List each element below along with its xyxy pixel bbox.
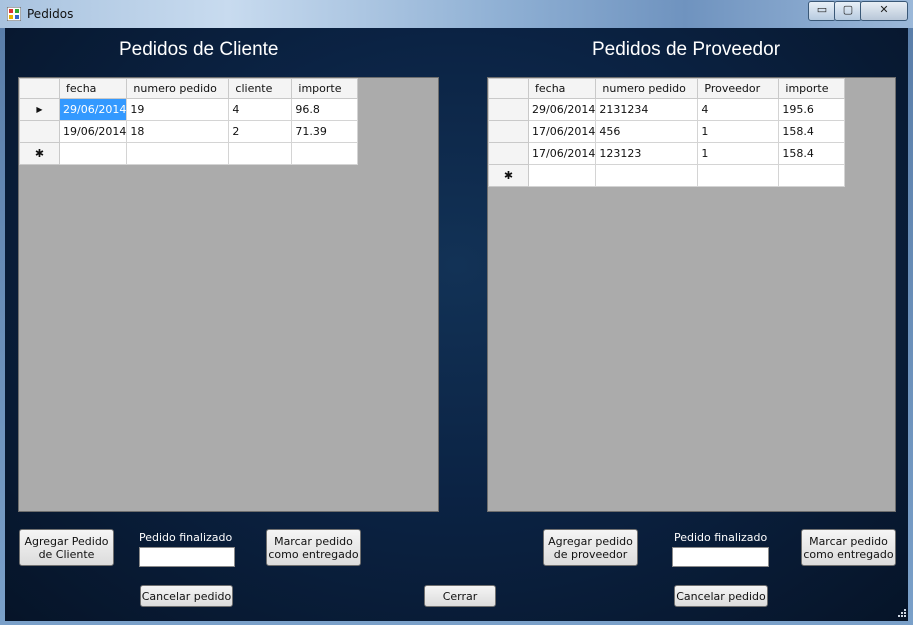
pedido-finalizado-proveedor-field[interactable] xyxy=(672,547,769,567)
new-cell[interactable] xyxy=(527,164,597,187)
agregar-pedido-cliente-button[interactable]: Agregar Pedido de Cliente xyxy=(19,529,114,566)
cell-fecha[interactable]: 29/06/2014 xyxy=(58,98,128,121)
cell-numero-pedido[interactable]: 456 xyxy=(595,120,699,143)
new-cell[interactable] xyxy=(778,164,846,187)
clientes-table: fecha numero pedido cliente importe ▶ 29… xyxy=(19,78,359,165)
table-row[interactable]: 17/06/2014 456 1 158.4 xyxy=(488,120,846,143)
row-header-corner xyxy=(488,78,529,99)
cell-importe[interactable]: 71.39 xyxy=(291,120,359,143)
column-header[interactable]: numero pedido xyxy=(126,78,230,99)
resize-grip-icon[interactable] xyxy=(896,609,906,619)
cell-numero-pedido[interactable]: 123123 xyxy=(595,142,699,165)
marcar-entregado-cliente-button[interactable]: Marcar pedido como entregado xyxy=(266,529,361,566)
cancelar-pedido-proveedor-button[interactable]: Cancelar pedido xyxy=(674,585,768,607)
proveedores-heading: Pedidos de Proveedor xyxy=(592,39,781,60)
table-row[interactable]: 29/06/2014 2131234 4 195.6 xyxy=(488,98,846,121)
cell-importe[interactable]: 158.4 xyxy=(778,142,846,165)
cell-cliente[interactable]: 2 xyxy=(228,120,293,143)
app-icon xyxy=(7,7,21,21)
cell-importe[interactable]: 96.8 xyxy=(291,98,359,121)
column-header[interactable]: fecha xyxy=(527,78,597,99)
cell-numero-pedido[interactable]: 2131234 xyxy=(595,98,699,121)
proveedores-header-row: fecha numero pedido Proveedor importe xyxy=(488,78,846,99)
cell-proveedor[interactable]: 1 xyxy=(697,120,780,143)
new-cell[interactable] xyxy=(697,164,780,187)
column-header[interactable]: fecha xyxy=(58,78,128,99)
clientes-heading: Pedidos de Cliente xyxy=(119,39,279,60)
column-header[interactable]: importe xyxy=(778,78,846,99)
cell-numero-pedido[interactable]: 18 xyxy=(126,120,230,143)
pedido-finalizado-cliente-field[interactable] xyxy=(139,547,235,567)
cell-fecha[interactable]: 17/06/2014 xyxy=(527,142,597,165)
cell-fecha[interactable]: 19/06/2014 xyxy=(58,120,128,143)
cell-proveedor[interactable]: 4 xyxy=(697,98,780,121)
new-row-icon: ✱ xyxy=(488,164,529,187)
marcar-entregado-proveedor-button[interactable]: Marcar pedido como entregado xyxy=(801,529,896,566)
cell-importe[interactable]: 158.4 xyxy=(778,120,846,143)
maximize-button[interactable]: ▢ xyxy=(834,1,862,21)
new-row[interactable]: ✱ xyxy=(19,142,359,165)
proveedores-table: fecha numero pedido Proveedor importe 29… xyxy=(488,78,846,187)
column-header[interactable]: numero pedido xyxy=(595,78,699,99)
clientes-header-row: fecha numero pedido cliente importe xyxy=(19,78,359,99)
row-header[interactable] xyxy=(488,120,529,143)
table-row[interactable]: 17/06/2014 123123 1 158.4 xyxy=(488,142,846,165)
new-row[interactable]: ✱ xyxy=(488,164,846,187)
column-header[interactable]: cliente xyxy=(228,78,293,99)
maximize-icon: ▢ xyxy=(842,3,854,16)
row-header[interactable] xyxy=(19,120,60,143)
window-title: Pedidos xyxy=(27,7,74,21)
cell-numero-pedido[interactable]: 19 xyxy=(126,98,230,121)
pedidos-window: Pedidos ▭ ▢ ✕ Pedidos de Cliente fecha n… xyxy=(0,0,913,625)
current-row-indicator-icon: ▶ xyxy=(19,98,60,121)
cancelar-pedido-cliente-button[interactable]: Cancelar pedido xyxy=(140,585,233,607)
minimize-button[interactable]: ▭ xyxy=(808,1,836,21)
cerrar-button[interactable]: Cerrar xyxy=(424,585,496,607)
form-client-area: Pedidos de Cliente fecha numero pedido c… xyxy=(5,28,908,621)
cell-proveedor[interactable]: 1 xyxy=(697,142,780,165)
row-header-corner xyxy=(19,78,60,99)
column-header[interactable]: Proveedor xyxy=(697,78,780,99)
new-cell[interactable] xyxy=(126,142,230,165)
table-row[interactable]: 19/06/2014 18 2 71.39 xyxy=(19,120,359,143)
row-header[interactable] xyxy=(488,98,529,121)
cell-fecha[interactable]: 29/06/2014 xyxy=(527,98,597,121)
cell-cliente[interactable]: 4 xyxy=(228,98,293,121)
new-cell[interactable] xyxy=(595,164,699,187)
pedido-finalizado-proveedor-label: Pedido finalizado xyxy=(674,531,768,544)
row-header[interactable] xyxy=(488,142,529,165)
agregar-pedido-proveedor-button[interactable]: Agregar pedido de proveedor xyxy=(543,529,638,566)
proveedores-grid[interactable]: fecha numero pedido Proveedor importe 29… xyxy=(487,77,896,512)
new-cell[interactable] xyxy=(228,142,293,165)
new-cell[interactable] xyxy=(291,142,359,165)
clientes-grid[interactable]: fecha numero pedido cliente importe ▶ 29… xyxy=(18,77,439,512)
column-header[interactable]: importe xyxy=(291,78,359,99)
cell-fecha[interactable]: 17/06/2014 xyxy=(527,120,597,143)
minimize-icon: ▭ xyxy=(816,3,828,16)
cell-importe[interactable]: 195.6 xyxy=(778,98,846,121)
new-cell[interactable] xyxy=(58,142,128,165)
close-button[interactable]: ✕ xyxy=(860,1,908,21)
title-bar[interactable]: Pedidos ▭ ▢ ✕ xyxy=(0,0,913,28)
table-row[interactable]: ▶ 29/06/2014 19 4 96.8 xyxy=(19,98,359,121)
pedido-finalizado-cliente-label: Pedido finalizado xyxy=(139,531,233,544)
close-icon: ✕ xyxy=(879,3,889,16)
new-row-icon: ✱ xyxy=(19,142,60,165)
